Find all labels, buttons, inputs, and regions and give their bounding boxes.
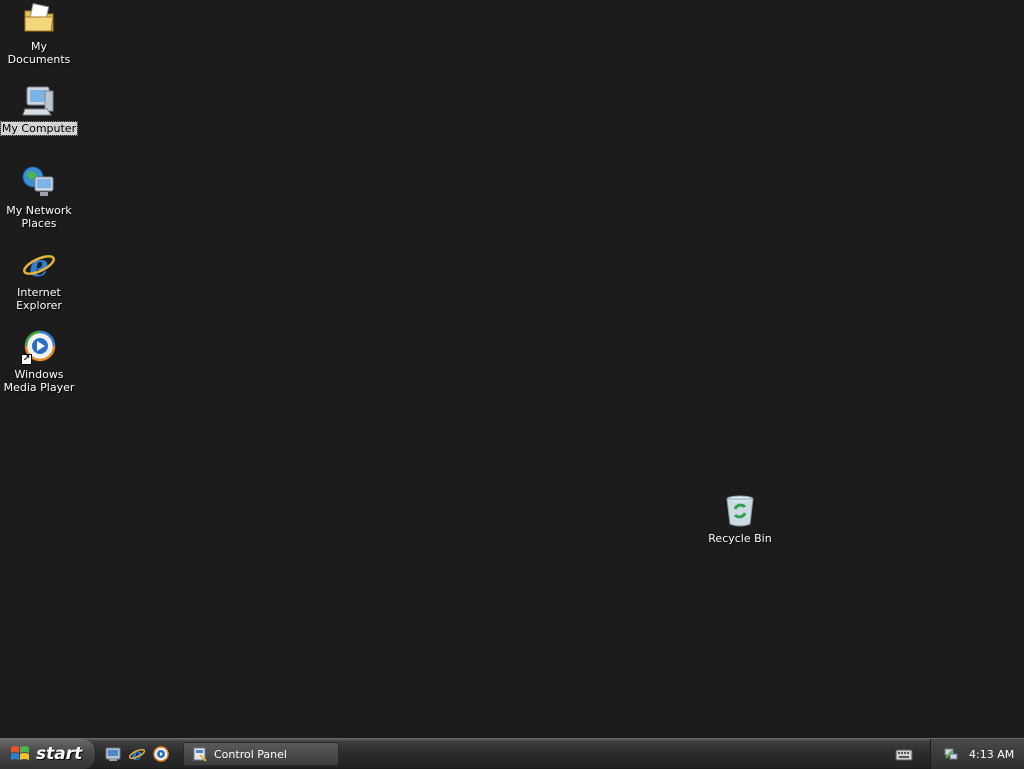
desktop-icon-label: Windows Media Player <box>3 368 75 394</box>
quick-launch: e <box>104 744 170 764</box>
my-computer-icon <box>21 83 57 119</box>
desktop-icon-label: Recycle Bin <box>708 532 772 545</box>
start-label: start <box>36 744 83 764</box>
start-button[interactable]: start <box>0 739 96 769</box>
desktop-icon-label: My Documents <box>7 40 71 66</box>
control-panel-icon <box>192 746 208 762</box>
keyboard-icon[interactable] <box>895 747 913 761</box>
windows-media-player-icon: ↗ <box>21 329 57 365</box>
system-tray: 4:13 AM <box>930 739 1024 769</box>
desktop-icon-internet-explorer[interactable]: e Internet Explorer <box>0 247 78 312</box>
taskbar: start e Control Panel 4:13 AM <box>0 738 1024 769</box>
desktop-icon-my-network-places[interactable]: My Network Places <box>0 165 78 230</box>
show-desktop-icon[interactable] <box>104 745 122 763</box>
taskbar-button-label: Control Panel <box>214 747 287 761</box>
desktop-icon-windows-media-player[interactable]: ↗ Windows Media Player <box>0 329 78 394</box>
network-icon[interactable] <box>943 746 959 762</box>
desktop-icon-label: Internet Explorer <box>16 286 62 312</box>
desktop-icon-recycle-bin[interactable]: Recycle Bin <box>701 493 779 545</box>
desktop-icon-my-documents[interactable]: My Documents <box>0 1 78 66</box>
desktop[interactable]: My Documents My Computer My Network Plac… <box>0 0 1024 738</box>
my-network-places-icon <box>21 165 57 201</box>
internet-explorer-icon: e <box>21 247 57 284</box>
desktop-icon-label: My Computer <box>0 121 79 136</box>
internet-explorer-icon[interactable]: e <box>128 745 146 764</box>
windows-media-player-icon[interactable] <box>152 745 170 763</box>
clock[interactable]: 4:13 AM <box>969 748 1014 761</box>
desktop-icon-my-computer[interactable]: My Computer <box>0 83 79 136</box>
svg-text:e: e <box>132 745 142 763</box>
shortcut-arrow-icon: ↗ <box>21 354 32 365</box>
recycle-bin-icon <box>722 493 758 529</box>
svg-text:e: e <box>29 249 48 283</box>
desktop-icon-label: My Network Places <box>6 204 72 230</box>
windows-logo-icon <box>10 744 30 764</box>
taskbar-button-control-panel[interactable]: Control Panel <box>183 742 339 766</box>
my-documents-icon <box>21 1 57 37</box>
